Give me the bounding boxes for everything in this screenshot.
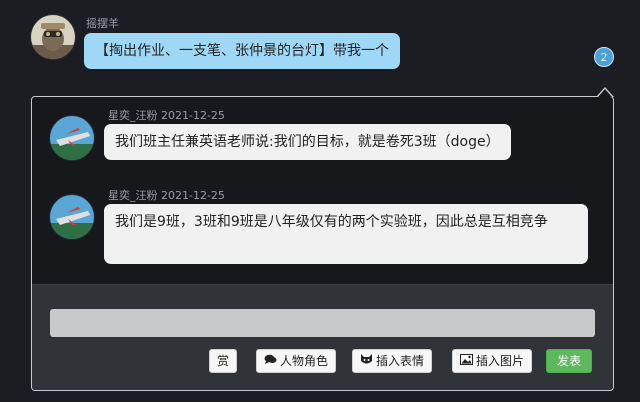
image-label: 插入图片 [476,354,525,368]
reply-count-badge[interactable]: 2 [594,47,614,67]
tip-button[interactable]: 赏 [209,349,238,373]
author-name[interactable]: 摇摆羊 [86,15,119,31]
panel-caret-inner [598,89,612,97]
reply-message: 我们班主任兼英语老师说:我们的目标，就是卷死3班（doge） [104,124,511,160]
avatar-image [50,116,94,160]
post-message: 【掏出作业、一支笔、张仲景的台灯】带我一个 [84,33,400,69]
role-button[interactable]: 人物角色 [256,349,337,373]
reply-input[interactable] [50,309,595,337]
role-label: 人物角色 [280,354,329,368]
submit-label: 发表 [557,354,582,368]
avatar-image [31,15,75,59]
reply-avatar[interactable] [50,116,94,160]
avatar-image [50,195,94,239]
emoji-button[interactable]: 插入表情 [352,349,433,373]
reply-author[interactable]: 星奕_汪粉 [108,109,158,122]
reply-composer: 赏 人物角色 插入表情 插入图片 发表 [32,284,613,390]
reply-message: 我们是9班，3班和9班是八年级仅有的两个实验班，因此总是互相竞争 [104,204,588,264]
reply-panel: 星奕_汪粉 2021-12-25 我们班主任兼英语老师说:我们的目标，就是卷死3… [31,96,614,391]
reply-date: 2021-12-25 [161,189,225,202]
image-button[interactable]: 插入图片 [452,349,533,373]
reply-author[interactable]: 星奕_汪粉 [108,189,158,202]
comments-icon [264,350,277,372]
emoji-label: 插入表情 [376,354,425,368]
tip-label: 赏 [217,354,230,368]
reply-avatar[interactable] [50,195,94,239]
author-avatar[interactable] [31,15,75,59]
submit-button[interactable]: 发表 [546,349,593,373]
reply-date: 2021-12-25 [161,109,225,122]
cat-face-icon [360,350,373,372]
image-icon [460,350,473,372]
